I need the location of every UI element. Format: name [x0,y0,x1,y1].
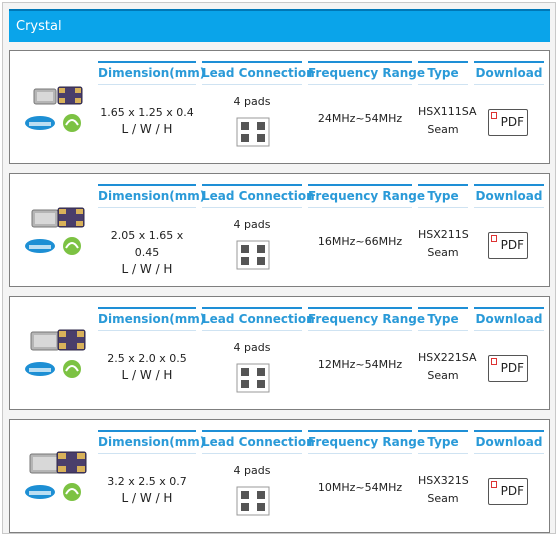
col-header-dimension: Dimension(mm) [98,307,205,331]
col-header-lead-connection: Lead Connection [202,184,315,208]
type-seal: Seam [427,123,459,136]
type-value: HSX221SA Seam [418,349,477,385]
dimension-size: 1.65 x 1.25 x 0.4 [100,106,194,119]
dimension-value: 2.05 x 1.65 x 0.45 L / W / H [98,227,196,278]
frequency-range-value: 24MHz~54MHz [317,112,403,125]
pb-free-badge [63,114,81,132]
dimension-size: 2.05 x 1.65 x 0.45 [110,229,184,259]
pad-layout-icon [236,486,270,516]
dimension-value: 2.5 x 2.0 x 0.5 L / W / H [98,350,196,384]
pdf-download-button[interactable]: PDF [488,232,528,259]
pb-free-badge [63,237,81,255]
dimension-axes: L / W / H [121,368,173,382]
dimension-size: 3.2 x 2.5 x 0.7 [107,475,187,488]
col-header-download: Download [474,307,544,331]
col-header-type: Type [418,184,468,208]
col-header-lead-connection: Lead Connection [202,430,315,454]
lead-connection-value: 4 pads [233,341,271,354]
type-value: HSX211S Seam [418,226,469,262]
col-header-frequency-range: Frequency Range [308,307,425,331]
frequency-range-value: 12MHz~54MHz [317,358,403,371]
col-header-frequency-range: Frequency Range [308,430,425,454]
pdf-download-button[interactable]: PDF [488,355,528,382]
lead-connection-value: 4 pads [233,95,271,108]
type-seal: Seam [427,369,459,382]
pad-layout-icon [236,240,270,270]
col-header-download: Download [474,184,544,208]
dimension-axes: L / W / H [121,262,173,276]
col-header-type: Type [418,430,468,454]
product-card: Dimension(mm) Lead Connection Frequency … [9,173,550,287]
col-header-lead-connection: Lead Connection [202,307,315,331]
dimension-axes: L / W / H [121,491,173,505]
frequency-range-value: 16MHz~66MHz [317,235,403,248]
crystal-product-image [25,207,85,255]
section-header: Crystal [9,9,550,42]
crystal-product-image [25,86,83,132]
pdf-label: PDF [500,115,524,129]
rohs-badge [25,362,55,376]
crystal-product-image [25,451,87,501]
rohs-badge [25,239,55,253]
rohs-badge [25,485,55,499]
lead-connection-value: 4 pads [233,464,271,477]
col-header-download: Download [474,430,544,454]
dimension-value: 3.2 x 2.5 x 0.7 L / W / H [98,473,196,507]
product-card: Dimension(mm) Lead Connection Frequency … [9,419,550,533]
type-value: HSX321S Seam [418,472,469,508]
type-model: HSX221SA [418,351,477,364]
type-value: HSX111SA Seam [418,103,477,139]
type-seal: Seam [427,492,459,505]
pdf-icon [491,112,497,119]
pdf-label: PDF [500,238,524,252]
pb-free-badge [63,360,81,378]
pad-layout-icon [236,363,270,393]
frequency-range-value: 10MHz~54MHz [317,481,403,494]
rohs-badge [25,116,55,130]
pdf-label: PDF [500,361,524,375]
crystal-package-icon [33,86,83,105]
product-card: Dimension(mm) Lead Connection Frequency … [9,296,550,410]
product-card: Dimension(mm) Lead Connection Frequency … [9,50,550,164]
col-header-type: Type [418,307,468,331]
type-seal: Seam [427,246,459,259]
col-header-dimension: Dimension(mm) [98,61,205,85]
crystal-package-icon [29,451,87,474]
pdf-label: PDF [500,484,524,498]
col-header-type: Type [418,61,468,85]
dimension-size: 2.5 x 2.0 x 0.5 [107,352,187,365]
crystal-package-icon [31,207,85,228]
type-model: HSX111SA [418,105,477,118]
dimension-axes: L / W / H [121,122,173,136]
col-header-lead-connection: Lead Connection [202,61,315,85]
crystal-package-icon [30,329,86,351]
col-header-frequency-range: Frequency Range [308,61,425,85]
col-header-dimension: Dimension(mm) [98,184,205,208]
type-model: HSX321S [418,474,469,487]
col-header-dimension: Dimension(mm) [98,430,205,454]
pb-free-badge [63,483,81,501]
type-model: HSX211S [418,228,469,241]
crystal-product-image [25,329,86,378]
pad-layout-icon [236,117,270,147]
col-header-frequency-range: Frequency Range [308,184,425,208]
lead-connection-value: 4 pads [233,218,271,231]
pdf-icon [491,235,497,242]
pdf-download-button[interactable]: PDF [488,109,528,136]
pdf-download-button[interactable]: PDF [488,478,528,505]
dimension-value: 1.65 x 1.25 x 0.4 L / W / H [98,104,196,138]
col-header-download: Download [474,61,544,85]
pdf-icon [491,481,497,488]
pdf-icon [491,358,497,365]
